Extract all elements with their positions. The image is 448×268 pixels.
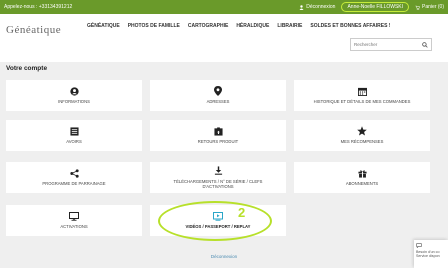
tile-label: TÉLÉCHARGEMENTS / N° DE SÉRIE / CLEFS D'… bbox=[173, 178, 263, 189]
return-box-icon bbox=[213, 126, 223, 136]
nav-item-cartographie[interactable]: CARTOGRAPHIE bbox=[188, 23, 228, 29]
tile-label: AVOIRS bbox=[66, 139, 82, 145]
account-name-link[interactable]: Anne-Noelle FILLOWSKI bbox=[341, 2, 410, 12]
main-nav: GÉNÉATIQUE PHOTOS DE FAMILLE CARTOGRAPHI… bbox=[87, 23, 390, 29]
nav-item-photos[interactable]: PHOTOS DE FAMILLE bbox=[128, 23, 180, 29]
tile-abonnements[interactable]: ABONNEMENTS bbox=[294, 162, 430, 193]
chat-icon bbox=[416, 243, 422, 248]
tile-avoirs[interactable]: AVOIRS bbox=[6, 120, 142, 151]
nav-item-heraldique[interactable]: HÉRALDIQUE bbox=[236, 23, 269, 29]
annotation-step-2: 2 bbox=[238, 205, 246, 220]
nav-item-geneatique[interactable]: GÉNÉATIQUE bbox=[87, 23, 120, 29]
footer-logout-link[interactable]: Déconnexion bbox=[0, 254, 448, 259]
user-icon bbox=[299, 4, 304, 10]
tile-label: MES RÉCOMPENSES bbox=[340, 139, 384, 145]
gift-box-icon bbox=[357, 168, 367, 178]
top-bar-links: Déconnexion Anne-Noelle FILLOWSKI Panier… bbox=[299, 2, 444, 12]
header: Généatique GÉNÉATIQUE PHOTOS DE FAMILLE … bbox=[0, 14, 448, 62]
calendar-icon bbox=[357, 86, 367, 96]
tile-label: ACTIVATIONS bbox=[60, 224, 88, 230]
nav-item-soldes[interactable]: SOLDES ET BONNES AFFAIRES ! bbox=[310, 23, 390, 29]
tile-label: PROGRAMME DE PARRAINAGE bbox=[42, 181, 106, 187]
site-logo[interactable]: Généatique bbox=[6, 24, 61, 36]
logout-link[interactable]: Déconnexion bbox=[299, 4, 335, 10]
search-icon[interactable] bbox=[422, 41, 428, 48]
download-icon bbox=[213, 166, 223, 176]
nav-item-librairie[interactable]: LIBRAIRIE bbox=[277, 23, 302, 29]
page-title: Votre compte bbox=[6, 65, 48, 72]
tile-retours-produit[interactable]: RETOURS PRODUIT bbox=[150, 120, 286, 151]
logout-label: Déconnexion bbox=[306, 4, 336, 10]
tile-label: ABONNEMENTS bbox=[345, 181, 379, 187]
top-bar: Appelez-nous : +33134391212 Déconnexion … bbox=[0, 0, 448, 14]
cart-link[interactable]: Panier (0) bbox=[415, 4, 444, 10]
share-icon bbox=[69, 168, 79, 178]
tile-activations[interactable]: ACTIVATIONS bbox=[6, 205, 142, 236]
tile-label: HISTORIQUE ET DÉTAILS DE MES COMMANDES bbox=[313, 99, 411, 105]
user-circle-icon bbox=[69, 86, 79, 96]
search-input[interactable] bbox=[354, 42, 422, 47]
tile-historique-commandes[interactable]: HISTORIQUE ET DÉTAILS DE MES COMMANDES bbox=[294, 80, 430, 111]
tile-informations[interactable]: INFORMATIONS bbox=[6, 80, 142, 111]
tile-mes-recompenses[interactable]: MES RÉCOMPENSES bbox=[294, 120, 430, 151]
monitor-icon bbox=[69, 211, 79, 221]
chat-line-2: Service dispon bbox=[416, 254, 440, 258]
tile-adresses[interactable]: ADRESSES bbox=[150, 80, 286, 111]
annotation-highlight-ellipse bbox=[158, 201, 272, 241]
tile-label: ADRESSES bbox=[206, 99, 230, 105]
chat-widget[interactable]: Besoin d'un co Service dispon bbox=[414, 240, 448, 268]
tile-label: INFORMATIONS bbox=[58, 99, 90, 105]
document-list-icon bbox=[69, 126, 79, 136]
cart-label: Panier (0) bbox=[422, 4, 444, 10]
search-box bbox=[350, 38, 432, 51]
tile-programme-parrainage[interactable]: PROGRAMME DE PARRAINAGE bbox=[6, 162, 142, 193]
map-pin-icon bbox=[213, 86, 223, 97]
star-icon bbox=[357, 126, 367, 136]
cart-icon bbox=[415, 5, 420, 10]
phone-number: Appelez-nous : +33134391212 bbox=[4, 4, 73, 10]
tile-label: RETOURS PRODUIT bbox=[197, 139, 239, 145]
tile-telechargements[interactable]: TÉLÉCHARGEMENTS / N° DE SÉRIE / CLEFS D'… bbox=[150, 162, 286, 193]
